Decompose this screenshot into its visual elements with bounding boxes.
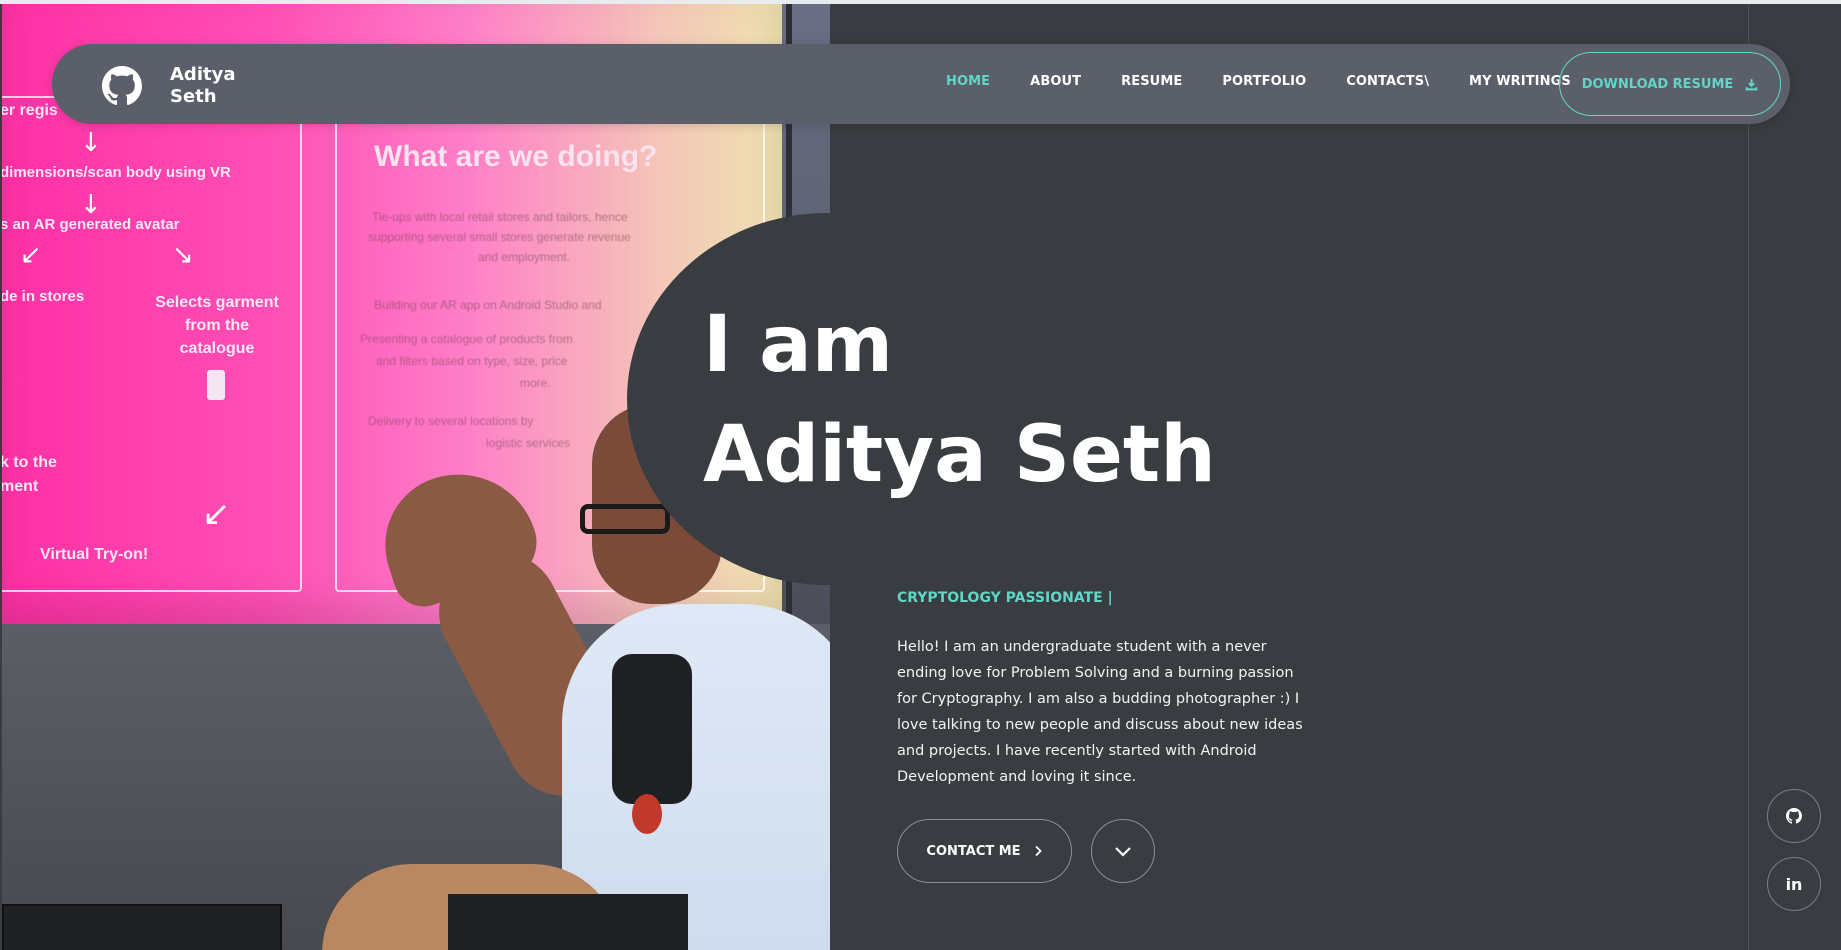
slide-text: more. [520,376,551,390]
slide-arrow-icon: ↙ [202,494,231,534]
sleeve [612,654,692,804]
monitor [448,894,688,950]
slide-arrow-icon: ↘ [172,240,194,270]
nav-portfolio[interactable]: PORTFOLIO [1222,74,1306,89]
monitor [2,904,282,950]
slide-text: Virtual Try-on! [40,546,149,563]
nav-my-writings[interactable]: MY WRITINGS [1469,74,1571,89]
github-icon [102,66,142,106]
github-icon [1786,808,1802,824]
download-resume-button[interactable]: DOWNLOAD RESUME [1559,52,1781,116]
slide-text: ment [2,478,39,495]
slide-text: from the [185,317,249,334]
slide-text: de in stores [2,288,85,305]
download-resume-label: DOWNLOAD RESUME [1581,76,1734,92]
shirt-logo [632,794,662,834]
hero-greeting: I am [703,300,894,390]
chevron-right-icon [1034,845,1042,857]
slide-arrow-icon: ↓ [80,128,102,158]
slide-text: and filters based on type, size, price [376,354,568,368]
hero-curve [627,213,1207,585]
slide-heading: What are we doing? [374,140,658,173]
slide-text: logistic services [486,436,571,450]
scroll-down-button[interactable] [1091,819,1155,883]
brand[interactable]: Aditya Seth [102,64,250,108]
slide-text: er regis [2,102,58,119]
linkedin-link[interactable]: in [1767,857,1821,911]
slide-text: Presenting a catalogue of products from [360,332,573,346]
main-menu: HOME ABOUT RESUME PORTFOLIO CONTACTS\ MY… [946,74,1611,89]
contact-me-label: CONTACT ME [926,843,1021,859]
slide-text: Delivery to several locations by [368,414,534,428]
slide-text: k to the [2,454,57,471]
download-icon [1745,78,1758,90]
chevron-down-icon [1115,847,1131,857]
slide-text: Selects garment [155,294,279,311]
garment-icon [207,370,225,400]
side-divider [1748,4,1749,950]
contact-me-button[interactable]: CONTACT ME [897,819,1072,883]
slide-arrow-icon: ↙ [20,240,42,270]
nav-about[interactable]: ABOUT [1030,74,1081,89]
slide-text: Building our AR app on Android Studio an… [374,298,602,312]
hero-name: Aditya Seth [703,410,1216,500]
nav-resume[interactable]: RESUME [1121,74,1182,89]
hero-tagline: CRYPTOLOGY PASSIONATE | [897,590,1113,606]
slide-text: supporting several small stores generate… [368,230,631,244]
hero-bio: Hello! I am an undergraduate student wit… [897,639,1303,785]
glasses [580,504,670,534]
nav-home[interactable]: HOME [946,74,990,89]
slide-text: Tie-ups with local retail stores and tai… [372,210,628,224]
slide-text: s an AR generated avatar [2,216,180,233]
linkedin-icon: in [1785,874,1803,894]
slide-text: catalogue [179,340,255,357]
navbar: Aditya Seth HOME ABOUT RESUME PORTFOLIO … [52,44,1790,124]
slide-text: and employment. [478,250,571,264]
nav-contacts[interactable]: CONTACTS\ [1346,74,1429,89]
github-link[interactable] [1767,789,1821,843]
brand-name: Aditya Seth [170,64,236,107]
slide-text: dimensions/scan body using VR [2,164,231,181]
